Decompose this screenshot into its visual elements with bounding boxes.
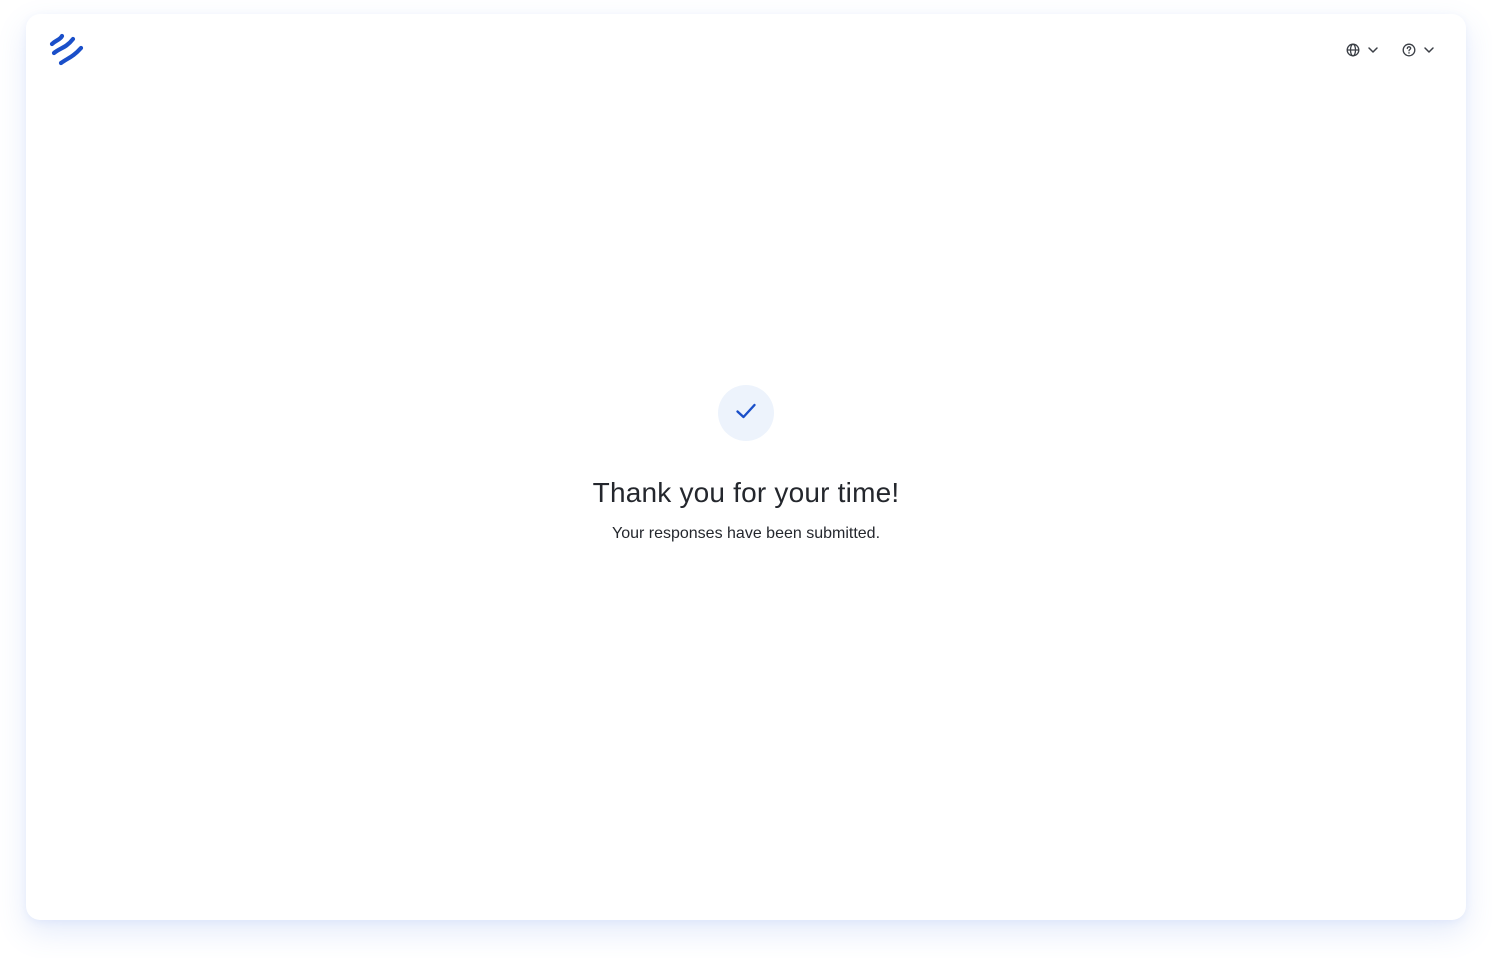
checkmark-icon — [734, 399, 758, 428]
header-controls — [1346, 40, 1436, 60]
language-menu-button[interactable] — [1346, 40, 1380, 60]
confirmation-message: Your responses have been submitted. — [611, 525, 881, 542]
confirmation-panel: Thank you for your time! Your responses … — [26, 385, 1466, 545]
chevron-down-icon — [1422, 43, 1436, 57]
brand-logo-icon[interactable] — [48, 30, 88, 70]
chevron-down-icon — [1366, 43, 1380, 57]
help-circle-icon — [1402, 43, 1416, 57]
app-window: Thank you for your time! Your responses … — [26, 14, 1466, 920]
page-title: Thank you for your time! — [592, 477, 900, 508]
globe-icon — [1346, 43, 1360, 57]
help-menu-button[interactable] — [1402, 40, 1436, 60]
success-badge — [718, 385, 774, 441]
